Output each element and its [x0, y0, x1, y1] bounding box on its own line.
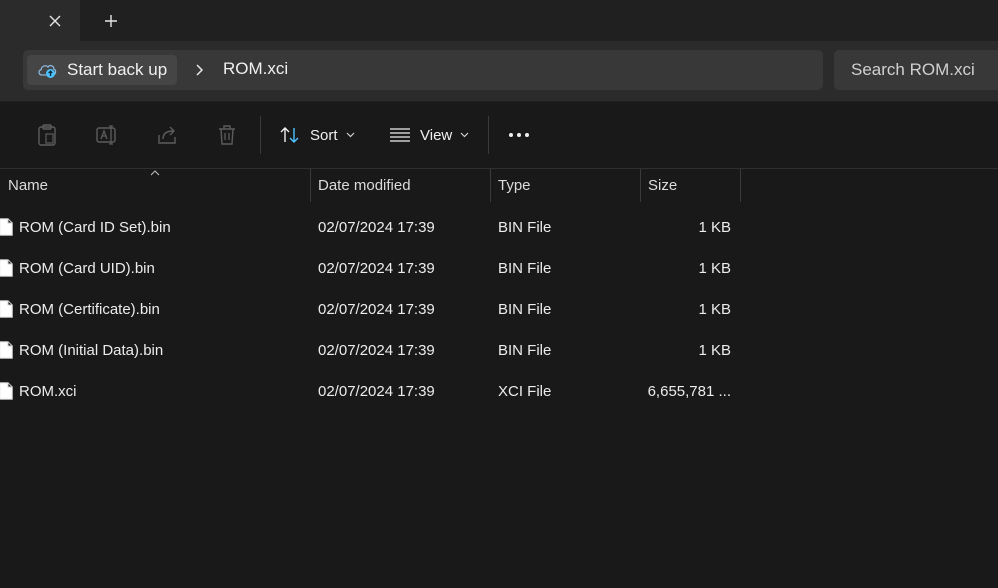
file-type: BIN File [498, 260, 552, 277]
close-icon[interactable] [42, 8, 68, 34]
trash-icon [219, 125, 235, 145]
file-date-modified: 02/07/2024 17:39 [318, 301, 435, 318]
sort-button[interactable]: Sort [279, 122, 355, 148]
toolbar-divider [488, 116, 489, 154]
file-size: 1 KB [698, 219, 731, 236]
clipboard-icon [38, 124, 56, 146]
rename-button[interactable] [94, 122, 120, 148]
file-date-modified: 02/07/2024 17:39 [318, 342, 435, 359]
toolbar-divider [260, 116, 261, 154]
column-date-modified[interactable]: Date modified [318, 169, 488, 202]
file-icon [0, 300, 13, 318]
file-name: ROM (Initial Data).bin [19, 342, 164, 359]
file-icon [0, 382, 13, 400]
file-size: 1 KB [698, 342, 731, 359]
search-placeholder: Search ROM.xci [851, 60, 975, 79]
address-bar-area: Start back up ROM.xci Search ROM.xci [0, 41, 998, 102]
file-type: XCI File [498, 383, 552, 400]
chevron-down-icon [460, 132, 469, 138]
file-type: BIN File [498, 301, 552, 318]
more-options-button[interactable] [506, 122, 532, 148]
file-icon [0, 259, 13, 277]
plus-icon [105, 15, 117, 27]
start-backup-label: Start back up [67, 60, 168, 79]
file-date-modified: 02/07/2024 17:39 [318, 260, 435, 277]
file-icon [0, 218, 13, 236]
breadcrumb-rom-xci[interactable]: ROM.xci [223, 59, 288, 79]
file-name: ROM (Card ID Set).bin [19, 219, 171, 236]
file-row[interactable]: ROM (Card UID).bin 02/07/2024 17:39 BIN … [0, 248, 740, 289]
share-button[interactable] [154, 122, 180, 148]
chevron-down-icon [346, 132, 354, 138]
rename-icon [96, 125, 116, 145]
view-button[interactable]: View [389, 122, 469, 148]
file-row[interactable]: ROM (Initial Data).bin 02/07/2024 17:39 … [0, 330, 740, 371]
tab-strip [0, 0, 998, 41]
column-type[interactable]: Type [498, 169, 638, 202]
file-icon [0, 341, 13, 359]
column-name[interactable]: Name [8, 169, 308, 202]
file-size: 1 KB [698, 301, 731, 318]
file-name: ROM.xci [19, 383, 77, 400]
file-row[interactable]: ROM (Certificate).bin 02/07/2024 17:39 B… [0, 289, 740, 330]
file-row[interactable]: ROM.xci 02/07/2024 17:39 XCI File 6,655,… [0, 371, 740, 412]
file-name: ROM (Card UID).bin [19, 260, 155, 277]
column-divider[interactable] [310, 169, 311, 202]
more-icon [509, 133, 529, 137]
sort-label: Sort [310, 126, 338, 144]
paste-button[interactable] [34, 122, 60, 148]
view-label: View [420, 126, 453, 144]
view-list-icon [390, 128, 410, 142]
file-row[interactable]: ROM (Card ID Set).bin 02/07/2024 17:39 B… [0, 207, 740, 248]
file-type: BIN File [498, 219, 552, 236]
active-tab[interactable] [0, 0, 80, 41]
share-icon [158, 126, 176, 144]
file-size: 6,655,781 ... [647, 383, 731, 400]
delete-button[interactable] [214, 122, 240, 148]
start-backup-button[interactable]: Start back up [27, 55, 177, 85]
chevron-right-icon[interactable] [191, 59, 207, 81]
column-size[interactable]: Size [648, 169, 738, 202]
cloud-backup-icon [38, 64, 57, 78]
search-input[interactable]: Search ROM.xci [834, 50, 998, 90]
command-bar: Sort View [0, 102, 998, 169]
file-type: BIN File [498, 342, 552, 359]
sort-icon [280, 127, 299, 143]
file-size: 1 KB [698, 260, 731, 277]
column-divider[interactable] [740, 169, 741, 202]
file-name: ROM (Certificate).bin [19, 301, 160, 318]
column-divider[interactable] [640, 169, 641, 202]
column-header: Name Date modified Type Size [0, 169, 998, 202]
file-date-modified: 02/07/2024 17:39 [318, 383, 435, 400]
column-divider[interactable] [490, 169, 491, 202]
file-date-modified: 02/07/2024 17:39 [318, 219, 435, 236]
address-bar[interactable]: Start back up ROM.xci [23, 50, 823, 90]
new-tab-button[interactable] [98, 8, 124, 34]
